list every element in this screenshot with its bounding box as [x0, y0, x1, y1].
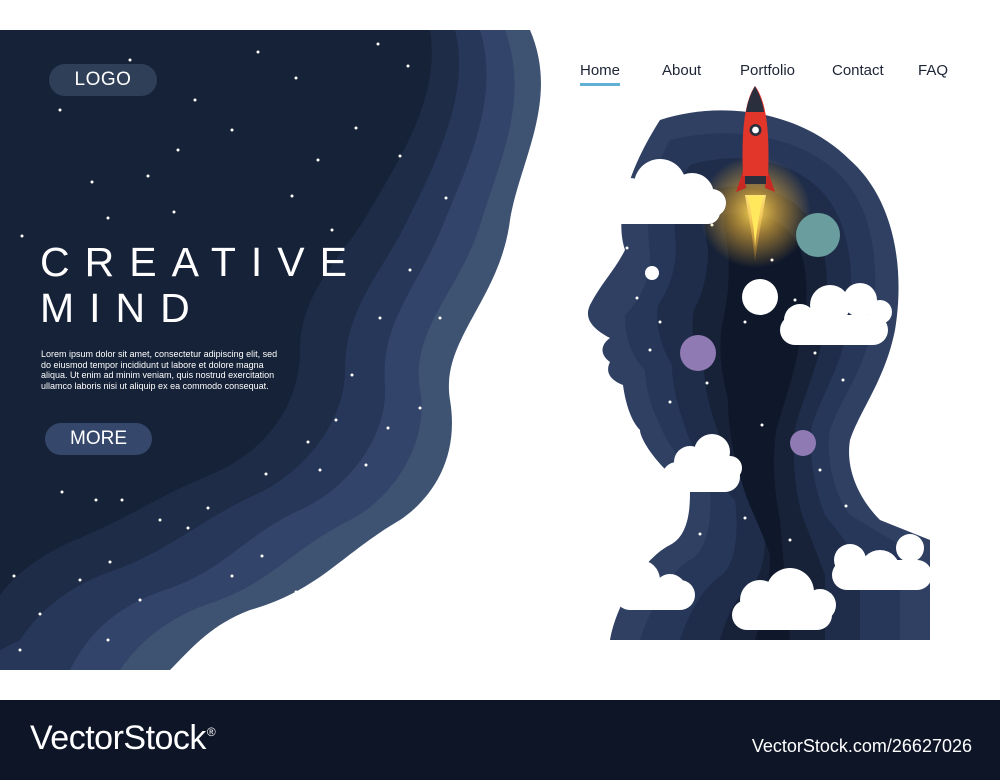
hero-title-line2: MIND — [40, 285, 205, 331]
planet-icon — [680, 335, 716, 371]
hero-description: Lorem ipsum dolor sit amet, consectetur … — [41, 349, 278, 391]
nav-item-about[interactable]: About — [662, 62, 701, 79]
planet-icon — [796, 213, 840, 257]
footer-bar: VectorStock® VectorStock.com/26627026 — [0, 700, 1000, 780]
more-button[interactable]: MORE — [45, 423, 152, 455]
nav-item-contact[interactable]: Contact — [832, 62, 884, 79]
planet-icon — [790, 430, 816, 456]
image-id: VectorStock.com/26627026 — [751, 736, 972, 756]
landing-page: LOGO CREATIVE MIND Lorem ipsum dolor sit… — [0, 0, 1000, 780]
planet-icon — [742, 279, 778, 315]
main-nav: Home About Portfolio Contact FAQ — [0, 62, 1000, 92]
brand-logo: VectorStock® — [30, 719, 216, 758]
nav-item-portfolio[interactable]: Portfolio — [740, 62, 795, 79]
brand-name: VectorStock — [30, 719, 206, 757]
registered-mark: ® — [206, 725, 216, 739]
nav-item-faq[interactable]: FAQ — [918, 62, 948, 79]
planet-icon — [645, 266, 659, 280]
nav-item-home[interactable]: Home — [580, 62, 621, 86]
hero-title-line1: CREATIVE — [40, 239, 362, 285]
